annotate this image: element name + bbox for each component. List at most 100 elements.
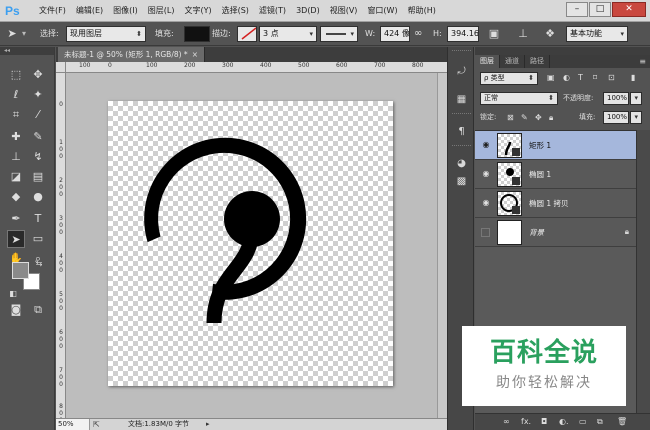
dock-grip[interactable] — [452, 113, 471, 116]
layer-row[interactable]: ◉ 矩形 1 — [475, 131, 636, 160]
path-alignment-icon[interactable]: ⊥ — [515, 26, 531, 42]
lock-position-icon[interactable]: ✥ — [535, 111, 542, 124]
stroke-swatch[interactable] — [237, 26, 257, 42]
filter-toggle-icon[interactable]: ▮ — [631, 71, 635, 84]
rectangle-tool-icon[interactable]: ▭ — [29, 230, 47, 248]
mask-icon[interactable]: ◘ — [541, 417, 547, 427]
brush-tool-icon[interactable]: ✎ — [29, 128, 47, 146]
new-layer-icon[interactable]: ⧉ — [597, 417, 603, 427]
clone-stamp-tool-icon[interactable]: ⊥ — [7, 148, 25, 166]
foreground-color-swatch[interactable] — [12, 262, 29, 279]
menu-filter[interactable]: 滤镜(T) — [254, 0, 291, 22]
ruler-origin[interactable] — [56, 62, 66, 73]
magic-wand-tool-icon[interactable]: ✦ — [29, 86, 47, 104]
properties-panel-icon[interactable]: ▦ — [453, 91, 470, 108]
move-tool-icon[interactable]: ✥ — [29, 66, 47, 84]
opacity-dropdown[interactable]: ▾ — [630, 92, 642, 105]
path-operations-icon[interactable]: ▣ — [486, 26, 502, 42]
eyedropper-tool-icon[interactable]: ⁄ — [29, 106, 47, 124]
filter-smart-object-icon[interactable]: ⊡ — [608, 71, 615, 84]
fill-field[interactable]: 100% — [603, 111, 629, 124]
opacity-field[interactable]: 100% — [603, 92, 629, 105]
close-button[interactable]: ✕ — [612, 2, 646, 17]
filter-pixel-icon[interactable]: ▣ — [547, 71, 555, 84]
fx-icon[interactable]: fx. — [521, 417, 531, 427]
filter-type-icon[interactable]: T — [578, 71, 583, 84]
document-info[interactable]: 文档:1.83M/0 字节 — [128, 419, 189, 430]
link-icon[interactable]: ∞ — [414, 26, 422, 42]
tab-channels[interactable]: 通道 — [500, 55, 525, 68]
minimize-button[interactable]: – — [566, 2, 588, 17]
horizontal-ruler[interactable]: 100 0 100 200 300 400 500 600 700 800 — [66, 62, 447, 73]
menu-image[interactable]: 图像(I) — [108, 0, 143, 22]
swap-colors-icon[interactable]: ⇆ — [30, 255, 48, 273]
dock-grip[interactable] — [452, 145, 471, 148]
menu-window[interactable]: 窗口(W) — [362, 0, 402, 22]
eye-icon[interactable]: ◉ — [480, 169, 492, 178]
filter-adjustment-icon[interactable]: ◐ — [563, 71, 570, 84]
trash-icon[interactable]: 🗑︎ — [617, 417, 627, 427]
eye-icon[interactable]: ◉ — [480, 140, 492, 149]
tool-preset-caret-icon[interactable]: ▾ — [22, 26, 26, 42]
dock-grip[interactable] — [452, 50, 471, 53]
layer-filter-dropdown[interactable]: ρ 类型 ⬍ — [480, 72, 538, 85]
menu-help[interactable]: 帮助(H) — [403, 0, 441, 22]
filter-shape-icon[interactable]: ⌑ — [593, 71, 597, 84]
menu-layer[interactable]: 图层(L) — [143, 0, 180, 22]
select-dropdown[interactable]: 现用图层 ⬍ — [66, 26, 146, 42]
tab-layers[interactable]: 图层 — [475, 55, 500, 68]
menu-type[interactable]: 文字(Y) — [179, 0, 216, 22]
folder-icon[interactable]: ▭ — [579, 417, 587, 427]
pen-tool-icon[interactable]: ✒ — [7, 210, 25, 228]
maximize-button[interactable]: □ — [589, 2, 611, 17]
gradient-tool-icon[interactable]: ▤ — [29, 168, 47, 186]
layer-row[interactable]: ◉ 椭圆 1 — [475, 160, 636, 189]
visibility-toggle[interactable] — [481, 228, 490, 237]
stroke-type-dropdown[interactable]: ▾ — [320, 26, 358, 42]
path-selection-tool-icon[interactable]: ➤ — [7, 230, 25, 248]
width-field[interactable]: 424 像 — [380, 26, 410, 42]
link-layers-icon[interactable]: ∞ — [503, 417, 510, 427]
healing-brush-tool-icon[interactable]: ✚ — [7, 128, 25, 146]
eye-icon[interactable]: ◉ — [480, 198, 492, 207]
menu-3d[interactable]: 3D(D) — [291, 0, 325, 22]
quick-mask-icon[interactable]: ◙ — [7, 301, 25, 319]
blur-tool-icon[interactable]: ◆ — [7, 188, 25, 206]
menu-file[interactable]: 文件(F) — [34, 0, 71, 22]
type-tool-icon[interactable]: T — [29, 210, 47, 228]
swatches-panel-icon[interactable]: ◕ — [453, 155, 470, 172]
document-tab[interactable]: 未标题-1 @ 50% (矩形 1, RGB/8) * × — [58, 47, 205, 62]
layer-row[interactable]: ◉ 椭圆 1 拷贝 — [475, 189, 636, 218]
stroke-size-field[interactable]: 3 点 ▾ — [259, 26, 317, 42]
panel-menu-icon[interactable]: ≡ — [639, 55, 646, 68]
lock-transparency-icon[interactable]: ⊠ — [507, 111, 514, 124]
blend-mode-dropdown[interactable]: 正常 ⬍ — [480, 92, 558, 105]
layers-scrollbar[interactable] — [636, 130, 650, 420]
lasso-tool-icon[interactable]: ℓ — [7, 86, 25, 104]
styles-panel-icon[interactable]: ▩ — [453, 173, 470, 190]
menu-select[interactable]: 选择(S) — [217, 0, 254, 22]
dodge-tool-icon[interactable]: ● — [29, 188, 47, 206]
workspace-dropdown[interactable]: 基本功能 ▾ — [566, 26, 628, 42]
path-select-tool-icon[interactable]: ➤ — [4, 26, 20, 42]
path-arrangement-icon[interactable]: ❖ — [542, 26, 558, 42]
layers-panel-header[interactable] — [475, 47, 650, 55]
paragraph-panel-icon[interactable]: ¶ — [453, 123, 470, 140]
lock-pixels-icon[interactable]: ✎ — [521, 111, 528, 124]
zoom-field[interactable]: 50% — [56, 419, 90, 430]
status-menu-arrow-icon[interactable]: ▸ — [206, 419, 210, 430]
fill-dropdown[interactable]: ▾ — [630, 111, 642, 124]
menu-view[interactable]: 视图(V) — [325, 0, 363, 22]
tab-close-icon[interactable]: × — [192, 50, 198, 59]
marquee-tool-icon[interactable]: ⬚ — [7, 66, 25, 84]
adjustment-icon[interactable]: ◐. — [559, 417, 569, 427]
eraser-tool-icon[interactable]: ◪ — [7, 168, 25, 186]
crop-tool-icon[interactable]: ⌗ — [7, 106, 25, 124]
history-panel-icon[interactable]: ⤾ — [453, 63, 470, 80]
vertical-scrollbar[interactable] — [437, 73, 447, 418]
lock-all-icon[interactable]: 🔒︎ — [549, 111, 553, 124]
history-brush-tool-icon[interactable]: ↯ — [29, 148, 47, 166]
fill-swatch[interactable] — [184, 26, 210, 42]
menu-edit[interactable]: 编辑(E) — [71, 0, 108, 22]
tools-panel-header[interactable]: ◂◂ — [0, 47, 54, 55]
